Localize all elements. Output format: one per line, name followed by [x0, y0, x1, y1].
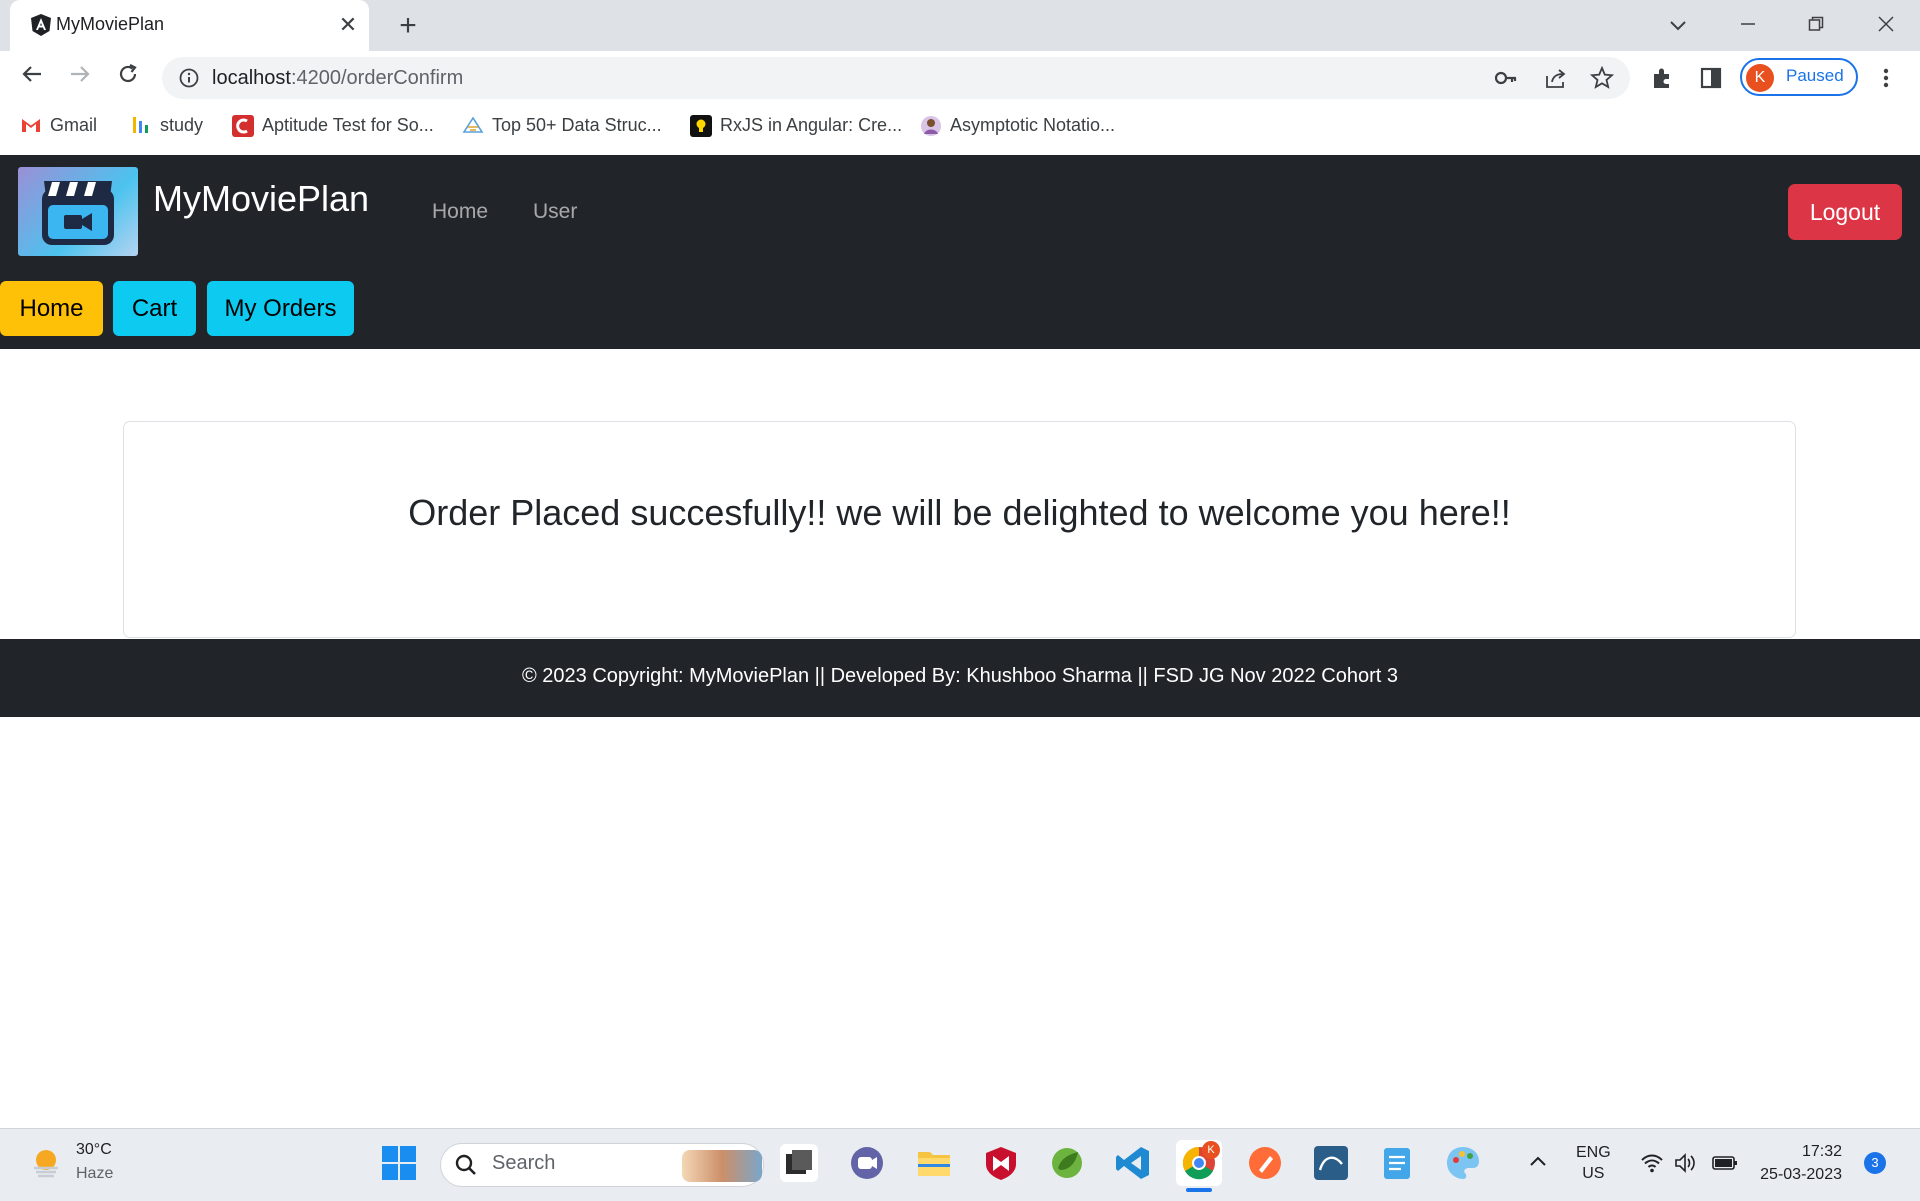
teams-chat-icon[interactable] [848, 1144, 886, 1182]
language-indicator[interactable]: ENG US [1576, 1142, 1611, 1184]
side-panel-icon[interactable] [1700, 67, 1722, 89]
search-icon [454, 1153, 478, 1177]
reload-icon[interactable] [110, 60, 146, 96]
bookmark-asymptotic[interactable]: Asymptotic Notatio... [920, 112, 1115, 138]
share-icon[interactable] [1544, 66, 1568, 90]
nav-user-link[interactable]: User [533, 200, 577, 224]
logout-button[interactable]: Logout [1788, 184, 1902, 240]
data-structures-site-icon [462, 115, 484, 135]
spring-tools-icon[interactable] [1048, 1144, 1086, 1182]
footer-copyright: © 2023 Copyright: MyMoviePlan || Develop… [522, 665, 1398, 687]
app-logo[interactable] [18, 167, 138, 256]
restore-icon[interactable] [1796, 8, 1836, 42]
nav-home-link[interactable]: Home [432, 200, 488, 224]
search-highlight-image [682, 1150, 762, 1182]
taskbar-search-placeholder: Search [492, 1152, 556, 1174]
my-orders-button[interactable]: My Orders [207, 281, 354, 336]
mysql-workbench-icon[interactable] [1312, 1144, 1350, 1182]
tab-search-icon[interactable] [1658, 8, 1698, 42]
order-confirmation-message: Order Placed succesfully!! we will be de… [408, 492, 1511, 533]
paint-icon[interactable] [1444, 1144, 1482, 1182]
url-host: localhost [212, 67, 291, 89]
volume-icon[interactable] [1674, 1152, 1698, 1174]
bookmark-gmail[interactable]: Gmail [20, 112, 97, 138]
cart-button[interactable]: Cart [113, 281, 196, 336]
windows-start-icon[interactable] [381, 1145, 417, 1181]
bookmark-data-structures[interactable]: Top 50+ Data Struc... [462, 112, 662, 138]
system-clock[interactable]: 17:32 25-03-2023 [1748, 1140, 1842, 1186]
forward-icon[interactable] [62, 60, 98, 96]
bookmark-study[interactable]: study [130, 112, 203, 138]
mcafee-icon[interactable] [982, 1144, 1020, 1182]
study-icon [130, 115, 150, 135]
home-button[interactable]: Home [0, 281, 103, 336]
url-text[interactable]: localhost:4200/orderConfirm [212, 67, 463, 90]
chrome-menu-icon[interactable] [1876, 66, 1896, 90]
profile-avatar: K [1746, 64, 1774, 92]
bookmark-aptitude[interactable]: Aptitude Test for So... [232, 112, 434, 138]
tab-close-icon[interactable]: ✕ [334, 11, 362, 39]
extensions-icon[interactable] [1650, 66, 1674, 90]
profile-status: Paused [1786, 66, 1844, 85]
minimize-icon[interactable] [1728, 8, 1768, 42]
tray-chevron-icon[interactable] [1528, 1152, 1548, 1172]
wifi-icon[interactable] [1640, 1152, 1664, 1174]
windows-taskbar [0, 1128, 1920, 1201]
weather-description[interactable]: Haze [76, 1165, 113, 1183]
notification-count-badge[interactable]: 3 [1864, 1152, 1886, 1174]
postman-icon[interactable] [1246, 1144, 1284, 1182]
active-app-indicator [1186, 1188, 1212, 1192]
bulb-icon [690, 115, 712, 137]
vscode-icon[interactable] [1114, 1144, 1152, 1182]
person-avatar-icon [920, 115, 941, 136]
gmail-icon [20, 115, 40, 135]
chrome-profile-badge: K [1202, 1141, 1220, 1159]
angular-favicon-icon [29, 13, 53, 37]
new-tab-button[interactable]: + [390, 8, 426, 44]
site-info-icon[interactable] [178, 67, 200, 89]
notepad-icon[interactable] [1378, 1144, 1416, 1182]
brand-title[interactable]: MyMoviePlan [153, 178, 369, 220]
tab-title: MyMoviePlan [56, 14, 165, 34]
close-window-icon[interactable] [1866, 8, 1906, 42]
file-explorer-icon[interactable] [915, 1144, 953, 1182]
task-view-icon[interactable] [780, 1144, 818, 1182]
back-icon[interactable] [14, 60, 50, 96]
aptitude-site-icon [232, 115, 254, 137]
weather-icon[interactable] [28, 1144, 64, 1180]
weather-temperature[interactable]: 30°C [76, 1141, 112, 1159]
url-path: :4200/orderConfirm [290, 67, 464, 89]
bookmark-star-icon[interactable] [1589, 65, 1615, 90]
bookmark-rxjs[interactable]: RxJS in Angular: Cre... [690, 112, 902, 138]
password-key-icon[interactable] [1494, 68, 1518, 88]
battery-icon[interactable] [1712, 1153, 1738, 1173]
